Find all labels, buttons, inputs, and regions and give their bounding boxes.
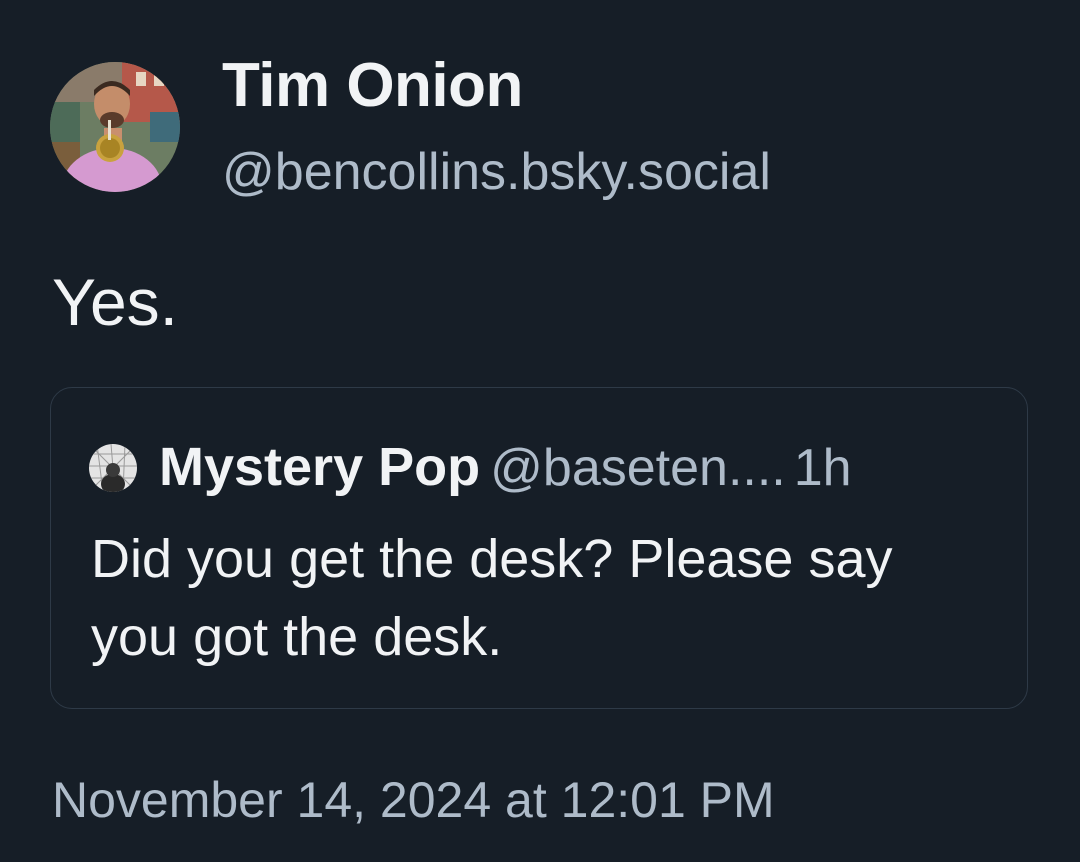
post-timestamp: November 14, 2024 at 12:01 PM [52, 772, 775, 828]
quoted-post-text: Did you get the desk? Please say you got… [91, 529, 893, 667]
post-text: Yes. [52, 265, 179, 339]
quoted-post-header: Mystery Pop @baseten.... 1h [159, 432, 852, 502]
quoted-author-name: Mystery Pop [159, 437, 481, 497]
quoted-post-card[interactable]: Mystery Pop @baseten.... 1h Did you get th… [50, 387, 1028, 709]
author-avatar[interactable] [50, 62, 180, 192]
avatar-photo-icon [89, 444, 137, 492]
quoted-post-time: 1h [793, 439, 852, 497]
quoted-author-avatar [89, 444, 137, 492]
post-detail: Tim Onion @bencollins.bsky.social Yes. M… [0, 0, 1080, 862]
author-handle[interactable]: @bencollins.bsky.social [222, 140, 771, 204]
quoted-author-handle: @baseten.... [490, 439, 786, 497]
author-display-name[interactable]: Tim Onion [222, 50, 523, 122]
avatar-photo-icon [50, 62, 180, 192]
